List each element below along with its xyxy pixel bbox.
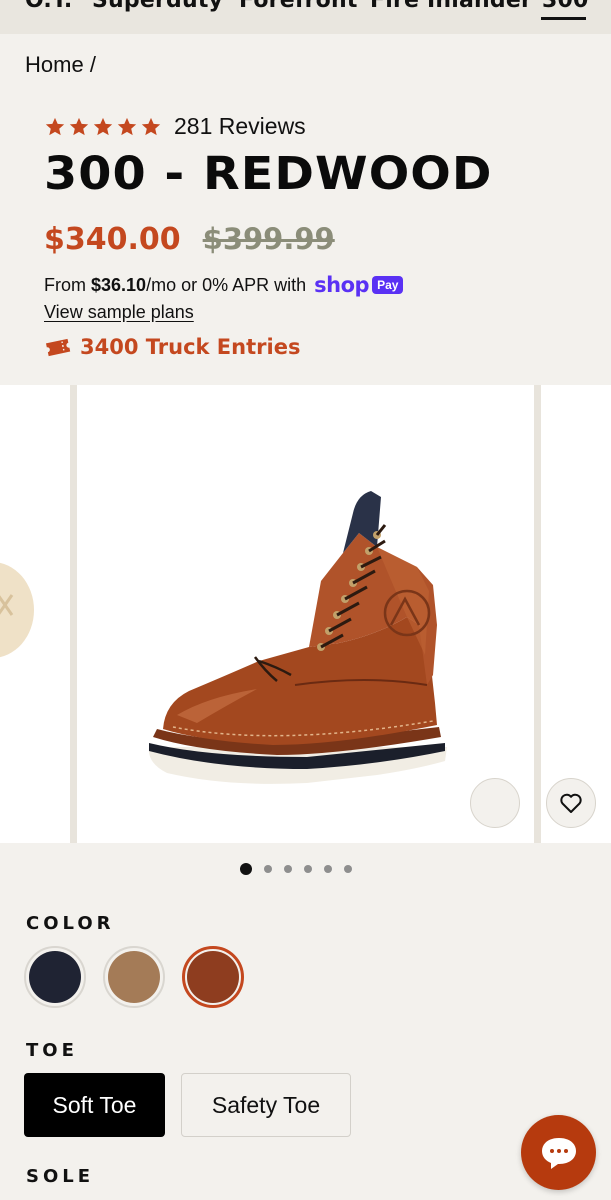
price-block: $340.00 $399.99: [44, 222, 335, 257]
active-nav-underline: [541, 17, 586, 20]
color-swatch-navy[interactable]: [24, 946, 86, 1008]
carousel-dot[interactable]: [264, 865, 272, 873]
star-icon: [117, 117, 137, 135]
truck-entries-text: 3400 Truck Entries: [80, 335, 301, 359]
chat-button[interactable]: [521, 1115, 596, 1190]
color-swatches: [24, 946, 244, 1008]
color-swatch-tan[interactable]: [103, 946, 165, 1008]
breadcrumb-separator: /: [89, 52, 96, 77]
sole-label: SOLE: [26, 1166, 95, 1187]
carousel-dot[interactable]: [284, 865, 292, 873]
product-title: 300 - REDWOOD: [44, 147, 493, 200]
previous-product-image: [0, 562, 34, 658]
swatch-fill: [29, 951, 81, 1003]
breadcrumb: Home /: [25, 52, 96, 78]
carousel-dot[interactable]: [344, 865, 352, 873]
nav-item-superduty[interactable]: Superduty: [92, 0, 223, 13]
shop-pay-wordmark: shop: [314, 273, 370, 297]
previous-slide[interactable]: [0, 385, 70, 843]
soft-toe-button[interactable]: Soft Toe: [24, 1073, 165, 1137]
nav-item-fire-inlander[interactable]: Fire Inlander: [370, 0, 532, 13]
installments-suffix: /mo or 0% APR with: [146, 274, 307, 295]
toe-label: TOE: [26, 1040, 78, 1061]
shop-pay-installments: From $36.10/mo or 0% APR with shop Pay: [44, 273, 404, 297]
star-rating: [44, 116, 162, 138]
reviews-count-link[interactable]: 281 Reviews: [174, 113, 306, 140]
carousel-dot[interactable]: [324, 865, 332, 873]
carousel-dot[interactable]: [240, 863, 252, 875]
next-slide[interactable]: [541, 385, 611, 843]
shop-pay-badge: Pay: [372, 276, 404, 294]
breadcrumb-home-link[interactable]: Home: [25, 52, 84, 78]
nav-item-300[interactable]: 300: [542, 0, 589, 13]
main-slide[interactable]: [77, 385, 534, 843]
star-icon: [69, 117, 89, 135]
color-swatch-redwood[interactable]: [182, 946, 244, 1008]
color-label: COLOR: [26, 913, 115, 934]
swatch-fill: [108, 951, 160, 1003]
carousel-dot[interactable]: [304, 865, 312, 873]
installment-amount: $36.10: [91, 274, 147, 295]
compare-at-price: $399.99: [202, 222, 335, 256]
chat-icon: [541, 1137, 576, 1169]
star-icon: [93, 117, 113, 135]
shop-pay-logo: shop Pay: [314, 273, 404, 297]
nav-item-ot[interactable]: O.T.: [25, 0, 72, 13]
wishlist-button[interactable]: [546, 778, 596, 828]
sale-price: $340.00: [44, 222, 181, 257]
ticket-icon: [45, 338, 71, 357]
star-icon: [141, 117, 161, 135]
product-image-carousel[interactable]: [0, 385, 611, 843]
swatch-preview-button[interactable]: [470, 778, 520, 828]
toe-options: Soft Toe Safety Toe: [24, 1073, 351, 1137]
boot-product-image: [148, 491, 447, 784]
truck-entries-promo: 3400 Truck Entries: [44, 335, 300, 359]
collection-nav: O.T. Superduty Forefront Fire Inlander 3…: [0, 0, 611, 34]
carousel-pagination: [240, 863, 352, 875]
safety-toe-button[interactable]: Safety Toe: [181, 1073, 351, 1137]
product-rating[interactable]: 281 Reviews: [44, 113, 306, 140]
swatch-fill: [187, 951, 239, 1003]
star-icon: [45, 117, 65, 135]
heart-icon: [560, 793, 582, 813]
view-sample-plans-link[interactable]: View sample plans: [44, 302, 194, 323]
nav-item-forefront[interactable]: Forefront: [239, 0, 358, 13]
installments-prefix: From: [44, 274, 86, 295]
